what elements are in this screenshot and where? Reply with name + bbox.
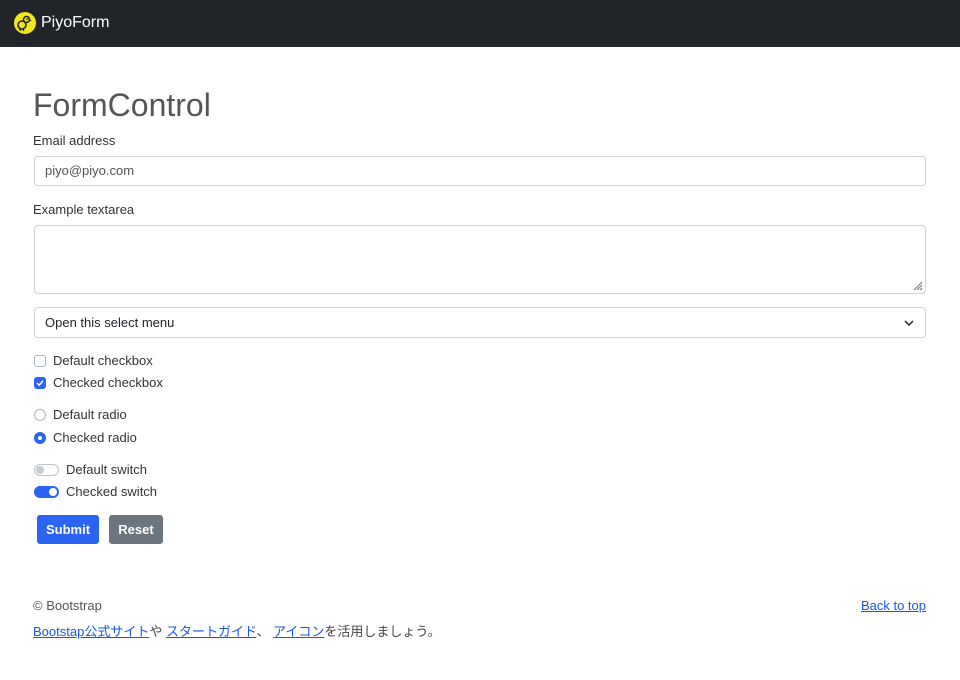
checkmark-icon [36,379,44,386]
default-radio-label: Default radio [53,407,127,422]
default-switch-row[interactable]: Default switch [34,462,147,477]
checked-radio[interactable] [34,431,46,444]
checked-switch[interactable] [34,485,59,498]
footer-text-comma: 、 [256,624,274,639]
checked-radio-row[interactable]: Checked radio [34,430,137,445]
checked-switch-label: Checked switch [66,484,158,499]
select-menu[interactable]: Open this select menu [34,307,926,338]
reset-button[interactable]: Reset [109,515,163,544]
email-field[interactable]: piyo@piyo.com [34,156,926,186]
default-checkbox-row[interactable]: Default checkbox [34,353,153,368]
navbar: PiyoForm [0,0,960,47]
default-checkbox[interactable] [34,354,46,367]
bootstrap-official-link[interactable]: Bootstap公式サイト [33,624,149,639]
footer-text-end: を活用しましょう。 [324,624,441,639]
email-label: Email address [33,133,116,148]
brand-name: PiyoForm [41,14,110,31]
textarea-label: Example textarea [33,202,135,217]
checked-checkbox[interactable] [34,376,46,389]
default-switch-label: Default switch [66,462,147,477]
footer-links: Bootstap公式サイトや スタートガイド、 アイコンを活用しましょう。 [33,621,441,640]
page-title: FormControl [33,87,211,123]
checked-checkbox-label: Checked checkbox [53,375,163,390]
brand-link[interactable]: PiyoForm [14,12,109,34]
checked-switch-row[interactable]: Checked switch [34,484,157,499]
select-value: Open this select menu [45,315,175,330]
default-radio[interactable] [34,408,46,421]
example-textarea[interactable] [34,225,926,294]
footer-copyright: © Bootstrap [33,598,102,613]
submit-button[interactable]: Submit [37,515,99,544]
icons-link[interactable]: アイコン [273,624,324,639]
footer-text-ya: や [149,624,166,639]
default-checkbox-label: Default checkbox [53,353,153,368]
checked-checkbox-row[interactable]: Checked checkbox [34,375,163,390]
back-to-top-link[interactable]: Back to top [861,598,926,613]
resize-handle-icon[interactable] [911,279,923,291]
default-radio-row[interactable]: Default radio [34,407,127,422]
start-guide-link[interactable]: スタートガイド [166,624,256,639]
checked-radio-label: Checked radio [53,430,137,445]
default-switch[interactable] [34,463,59,476]
chevron-down-icon [904,320,914,327]
chick-logo-icon [14,12,36,34]
